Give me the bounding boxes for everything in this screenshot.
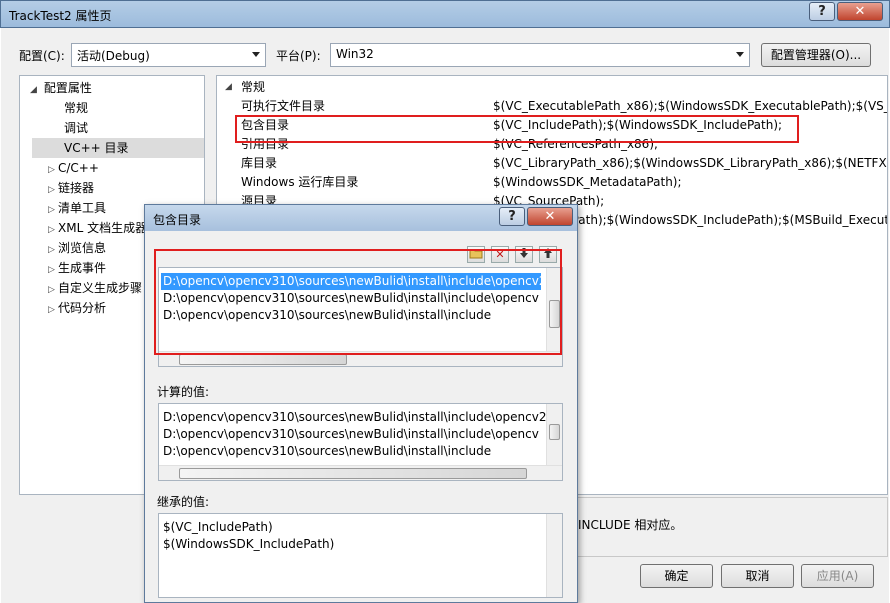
tree-item-label: 常规: [64, 101, 89, 115]
platform-combo[interactable]: Win32: [330, 43, 750, 67]
list-item: $(VC_IncludePath): [163, 520, 273, 534]
list-item: D:\opencv\opencv310\sources\newBulid\ins…: [163, 410, 547, 424]
list-item: $(WindowsSDK_IncludePath): [163, 537, 335, 551]
tree-item-label: 清单工具: [58, 201, 107, 215]
collapsed-triangle-icon[interactable]: ▷: [48, 280, 58, 300]
computed-vscrollbar[interactable]: [546, 404, 562, 465]
description-text: INCLUDE 相对应。: [578, 518, 683, 532]
property-value: $(VC_LibraryPath_x86);$(WindowsSDK_Libra…: [493, 156, 888, 170]
collapsed-triangle-icon[interactable]: ▷: [48, 220, 58, 240]
list-item: D:\opencv\opencv310\sources\newBulid\ins…: [163, 444, 492, 458]
dialog-title: 包含目录: [153, 213, 202, 227]
dialog-help-button[interactable]: ?: [499, 207, 525, 226]
grid-section-header[interactable]: ◢ 常规: [217, 78, 887, 97]
collapsed-triangle-icon[interactable]: ▷: [48, 300, 58, 320]
window-title: TrackTest2 属性页: [9, 9, 112, 23]
highlight-box-grid: [235, 115, 799, 143]
property-name: Windows 运行库目录: [241, 175, 359, 189]
cancel-button[interactable]: 取消: [721, 564, 794, 588]
grid-row[interactable]: 可执行文件目录 $(VC_ExecutablePath_x86);$(Window…: [217, 97, 887, 116]
collapsed-triangle-icon[interactable]: ▷: [48, 260, 58, 280]
tree-item-label: XML 文档生成器: [58, 221, 148, 235]
computed-hscrollbar[interactable]: [159, 465, 562, 480]
config-value: 活动(Debug): [77, 49, 150, 63]
property-name: 库目录: [241, 156, 278, 170]
scroll-thumb[interactable]: [549, 424, 560, 440]
tree-item-label: VC++ 目录: [64, 141, 129, 155]
config-label: 配置(C):: [19, 49, 65, 63]
expanded-triangle-icon: ◢: [225, 82, 232, 92]
collapsed-triangle-icon[interactable]: ▷: [48, 160, 58, 180]
tree-item-label: 调试: [64, 121, 89, 135]
config-combo[interactable]: 活动(Debug): [71, 43, 266, 67]
inherited-vscrollbar[interactable]: [546, 514, 562, 597]
grid-row[interactable]: Windows 运行库目录 $(WindowsSDK_MetadataPath);: [217, 173, 887, 192]
config-manager-button[interactable]: 配置管理器(O)...: [761, 43, 871, 67]
property-value: $(VC_ExecutablePath_x86);$(WindowsSDK_Ex…: [493, 99, 888, 113]
collapsed-triangle-icon[interactable]: ▷: [48, 180, 58, 200]
tree-item[interactable]: ▷ C/C++: [48, 158, 204, 178]
tree-item-label: 生成事件: [58, 261, 107, 275]
inherited-label: 继承的值:: [157, 495, 210, 509]
tree-item-label: 浏览信息: [58, 241, 107, 255]
grid-row[interactable]: 库目录 $(VC_LibraryPath_x86);$(WindowsSDK_Li…: [217, 154, 887, 173]
expanded-triangle-icon: ◢: [30, 85, 37, 95]
tree-item-label: 链接器: [58, 181, 95, 195]
ok-button[interactable]: 确定: [640, 564, 713, 588]
close-button[interactable]: ✕: [837, 2, 883, 21]
collapsed-triangle-icon[interactable]: ▷: [48, 240, 58, 260]
chevron-down-icon: [736, 52, 744, 57]
dialog-close-button[interactable]: ✕: [527, 207, 573, 226]
scroll-thumb[interactable]: [179, 354, 347, 365]
include-dirs-dialog: 包含目录 ? ✕ ✕ D:\opencv\opencv310\sources\n…: [144, 204, 578, 603]
platform-label: 平台(P):: [276, 49, 321, 63]
collapsed-triangle-icon[interactable]: ▷: [48, 200, 58, 220]
tree-item-label: 代码分析: [58, 301, 107, 315]
chevron-down-icon: [252, 52, 260, 57]
list-item: D:\opencv\opencv310\sources\newBulid\ins…: [163, 427, 539, 441]
tree-item[interactable]: VC++ 目录: [32, 138, 204, 158]
help-button[interactable]: ?: [809, 2, 835, 21]
platform-value: Win32: [336, 47, 374, 61]
tree-root[interactable]: ◢ 配置属性: [30, 78, 92, 98]
tree-item-label: 自定义生成步骤: [58, 281, 143, 295]
tree-item[interactable]: ▷ 链接器: [48, 178, 204, 198]
computed-label: 计算的值:: [157, 385, 210, 399]
scroll-thumb[interactable]: [179, 468, 527, 479]
tree-item[interactable]: 常规: [32, 98, 204, 118]
inherited-values-list: $(VC_IncludePath) $(WindowsSDK_IncludePat…: [158, 513, 563, 598]
dialog-title-bar: 包含目录 ? ✕: [145, 205, 577, 231]
computed-values-list: D:\opencv\opencv310\sources\newBulid\ins…: [158, 403, 563, 481]
property-name: 可执行文件目录: [241, 99, 326, 113]
tree-item[interactable]: 调试: [32, 118, 204, 138]
highlight-box-entries: [154, 249, 562, 355]
tree-item-label: C/C++: [58, 161, 99, 175]
apply-button[interactable]: 应用(A): [801, 564, 874, 588]
property-value: $(WindowsSDK_MetadataPath);: [493, 175, 682, 189]
title-bar: TrackTest2 属性页 ? ✕: [0, 0, 890, 28]
